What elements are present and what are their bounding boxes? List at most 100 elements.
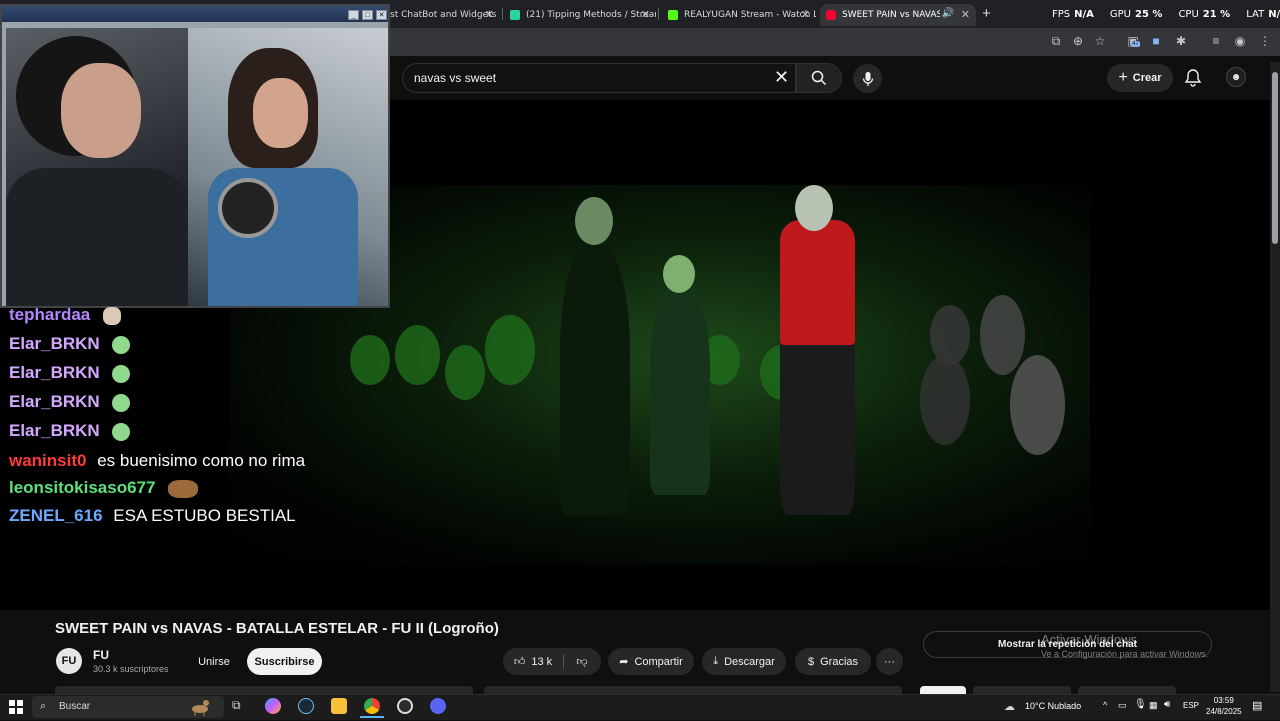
chat-message: Elar_BRKN <box>9 334 131 354</box>
subscribe-button[interactable]: Suscribirse <box>247 648 322 675</box>
volume-icon[interactable]: 🔊︎ <box>1164 699 1170 710</box>
search-highlight-deer-icon[interactable] <box>186 696 214 716</box>
like-button[interactable]: 👍︎ 13 k <box>505 648 561 675</box>
tab-realyugan-stream[interactable]: REALYUGAN Stream - Watch Li ✕ <box>662 4 816 26</box>
file-explorer-icon[interactable] <box>331 698 347 714</box>
chat-message: tephardaa <box>9 305 121 325</box>
network-icon[interactable]: ▦ <box>1149 700 1158 711</box>
input-language[interactable]: ESP <box>1183 701 1199 710</box>
battler-navas <box>560 245 630 515</box>
tab-close-icon[interactable]: ✕ <box>485 8 494 21</box>
voice-search-button[interactable] <box>853 64 882 93</box>
download-label: Descargar <box>724 655 775 668</box>
install-app-icon[interactable]: ⧉ <box>1048 33 1064 49</box>
create-button[interactable]: + Crear <box>1107 64 1173 92</box>
profile-avatar-icon[interactable]: ◉ <box>1232 33 1248 49</box>
tray-overflow-chevron-icon[interactable]: ^ <box>1103 700 1107 710</box>
task-view-icon[interactable]: ⧉ <box>232 698 248 714</box>
search-icon: ⌕ <box>40 700 47 712</box>
tab-close-icon[interactable]: ✕ <box>801 8 810 21</box>
taskbar-clock[interactable]: 03:59 24/8/2025 <box>1206 695 1242 717</box>
obs-studio-icon[interactable] <box>397 698 413 714</box>
reading-list-icon[interactable]: ≡ <box>1208 33 1224 49</box>
dollar-heart-icon: $ <box>807 655 815 668</box>
tab-tipping-methods[interactable]: (21) Tipping Methods / Stream ✕ <box>504 4 656 26</box>
download-icon: ⤓ <box>713 655 719 667</box>
audio-playing-icon[interactable]: 🔊 <box>942 8 954 19</box>
share-label: Compartir <box>634 655 683 668</box>
gpu-label: GPU <box>1109 9 1132 20</box>
video-title: SWEET PAIN vs NAVAS - BATALLA ESTELAR - … <box>55 620 499 637</box>
cloud-weather-icon[interactable]: ☁ <box>1004 700 1015 713</box>
minimize-icon[interactable]: _ <box>348 10 359 20</box>
streamer-camera-right <box>188 28 388 306</box>
steam-icon[interactable] <box>298 698 314 714</box>
tab-close-icon[interactable]: ✕ <box>961 8 970 21</box>
tab-title: (21) Tipping Methods / Stream <box>526 10 656 20</box>
lat-label: LAT <box>1246 9 1265 20</box>
maximize-icon[interactable]: □ <box>362 10 373 20</box>
copilot-icon[interactable] <box>265 698 281 714</box>
search-query-text[interactable]: navas vs sweet <box>414 71 496 85</box>
description-box-edge <box>55 686 473 694</box>
account-avatar[interactable]: ☻ <box>1226 67 1246 87</box>
join-button[interactable]: Unirse <box>188 648 240 675</box>
cpu-value: 21 % <box>1202 9 1231 20</box>
chat-username: leonsitokisaso677 <box>9 478 156 497</box>
filter-chip-all[interactable] <box>920 686 966 694</box>
thumbs-up-icon: 👍︎ <box>513 656 526 668</box>
chrome-icon[interactable] <box>364 698 380 714</box>
filter-chip[interactable] <box>1078 686 1176 694</box>
tray-app-icon[interactable]: ▭ <box>1118 700 1127 711</box>
close-icon[interactable]: ✕ <box>376 10 387 20</box>
filter-chip[interactable] <box>973 686 1071 694</box>
tab-close-icon[interactable]: ✕ <box>641 8 650 21</box>
channel-name[interactable]: FU <box>93 648 109 662</box>
gpu-value: 25 % <box>1135 9 1163 20</box>
extensions-badge: 47 <box>1131 41 1140 47</box>
dislike-button[interactable]: 👎︎ <box>566 648 598 675</box>
translate-icon[interactable]: ■ <box>1148 33 1164 49</box>
tab-chatbot-widgets[interactable]: st ChatBot and Widgets ✕ <box>384 4 500 26</box>
new-tab-button[interactable]: + <box>982 5 991 22</box>
thumbs-down-icon: 👎︎ <box>576 656 588 668</box>
tab-title: st ChatBot and Widgets <box>390 10 497 20</box>
search-button[interactable] <box>796 63 842 93</box>
bookmark-star-icon[interactable]: ☆ <box>1092 33 1108 49</box>
download-button[interactable]: ⤓ Descargar <box>702 648 786 675</box>
webcam-window-titlebar[interactable] <box>2 6 388 22</box>
clear-search-icon[interactable]: ✕ <box>774 67 789 88</box>
microphone-icon <box>862 71 873 86</box>
performance-overlay: FPS N/A GPU 25 % CPU 21 % LAT N/A <box>1052 9 1280 20</box>
search-icon <box>811 70 827 86</box>
chat-message: ZENEL_616 ESA ESTUBO BESTIAL <box>9 506 296 526</box>
weather-status[interactable]: 10°C Nublado <box>1025 701 1081 711</box>
taskbar-search-placeholder[interactable]: Buscar <box>59 701 90 712</box>
extensions-puzzle-icon[interactable]: ✱ <box>1173 33 1189 49</box>
windows-activation-hint: Ve a Configuración para activar Windows. <box>1041 649 1209 659</box>
microphone-tray-icon[interactable]: 🎙︎ <box>1134 699 1147 710</box>
tab-title: SWEET PAIN vs NAVAS - BA <box>842 10 940 20</box>
streamer-camera-left <box>6 28 188 306</box>
scrollbar-thumb[interactable] <box>1272 72 1278 244</box>
chat-message-text: es buenisimo como no rima <box>97 451 306 470</box>
windows-start-icon[interactable] <box>9 700 23 714</box>
chrome-menu-icon[interactable]: ⋮ <box>1257 33 1273 49</box>
extension-icon[interactable]: ▣ 47 <box>1125 33 1141 49</box>
skull-emote-icon <box>102 306 121 325</box>
share-button[interactable]: ➦ Compartir <box>608 648 694 675</box>
chat-message: leonsitokisaso677 <box>9 478 199 498</box>
discord-icon[interactable] <box>430 698 446 714</box>
notifications-button[interactable] <box>1184 68 1202 92</box>
zoom-icon[interactable]: ⊕ <box>1070 33 1086 49</box>
tab-sweet-pain-vs-navas[interactable]: SWEET PAIN vs NAVAS - BA 🔊 ✕ <box>820 4 976 26</box>
alien-emote-icon <box>112 422 131 441</box>
chat-username: tephardaa <box>9 305 91 324</box>
channel-avatar[interactable]: FU <box>56 648 82 674</box>
more-actions-button[interactable]: ··· <box>876 648 903 675</box>
host-figure <box>650 285 710 495</box>
thanks-button[interactable]: $ Gracias <box>795 648 871 675</box>
webcam-overlay[interactable]: _ □ ✕ <box>0 4 390 308</box>
chat-message: Elar_BRKN <box>9 421 131 441</box>
notification-center-icon[interactable]: ▤ <box>1252 699 1262 712</box>
